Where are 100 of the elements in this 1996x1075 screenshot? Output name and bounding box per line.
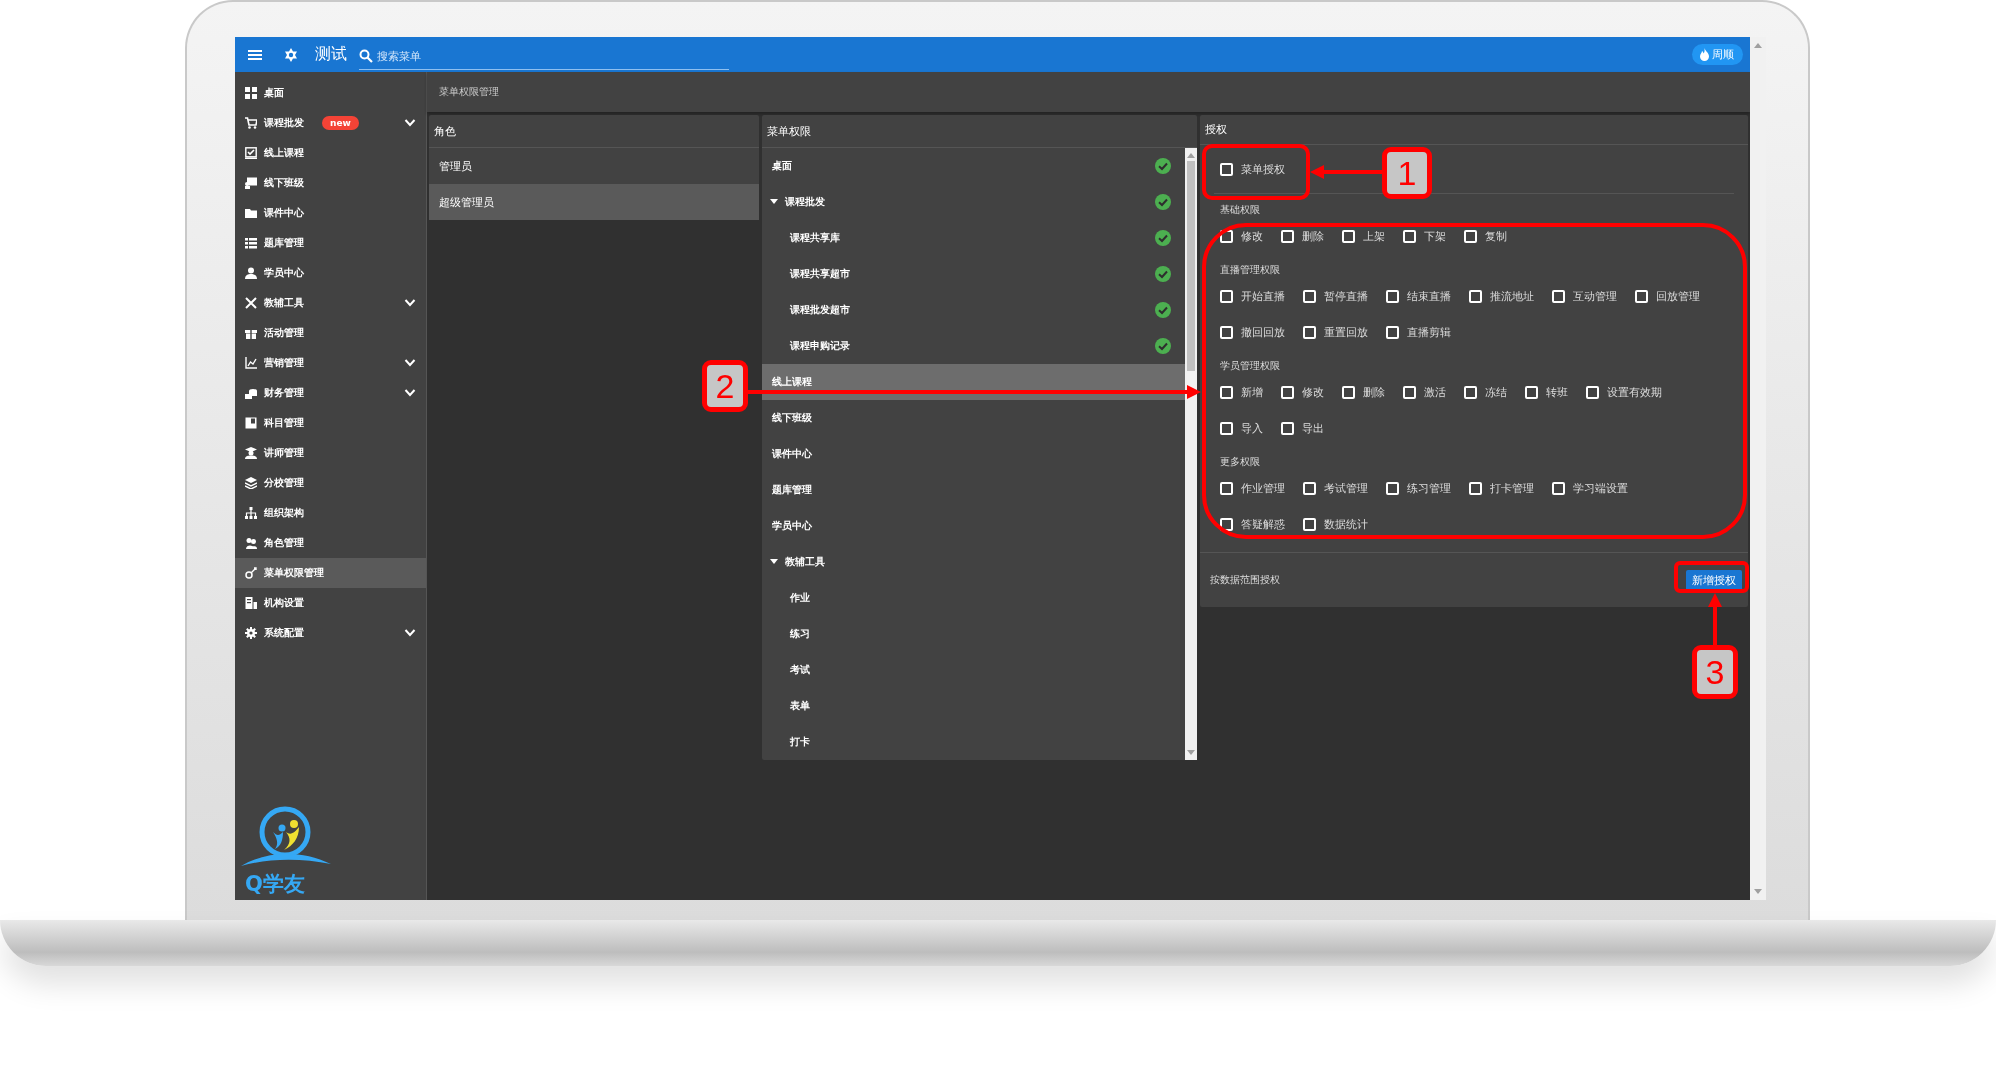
checkbox-option[interactable]: 答疑解惑 [1220, 516, 1285, 532]
checkbox[interactable] [1386, 325, 1399, 339]
menu-tree-item[interactable]: 教辅工具 [762, 544, 1185, 580]
checkbox[interactable] [1525, 385, 1538, 399]
sidebar-item[interactable]: 题库管理 [235, 228, 426, 258]
checkbox-option[interactable]: 结束直播 [1386, 288, 1451, 304]
checkbox[interactable] [1403, 385, 1416, 399]
sidebar-item[interactable]: 组织架构 [235, 498, 426, 528]
checkbox[interactable] [1220, 385, 1233, 399]
menu-tree-item[interactable]: 课程批发 [762, 184, 1185, 220]
sidebar-item[interactable]: 桌面 [235, 78, 426, 108]
menu-tree-item[interactable]: 表单 [762, 688, 1185, 724]
checkbox-option[interactable]: 数据统计 [1303, 516, 1368, 532]
sidebar-item[interactable]: 线下班级 [235, 168, 426, 198]
checkbox-option[interactable]: 打卡管理 [1469, 480, 1534, 496]
sidebar-item[interactable]: 科目管理 [235, 408, 426, 438]
checkbox[interactable] [1386, 289, 1399, 303]
sidebar-item[interactable]: 线上课程 [235, 138, 426, 168]
add-authorization-button[interactable]: 新增授权 [1686, 569, 1742, 591]
role-item[interactable]: 管理员 [429, 148, 759, 184]
checkbox-option[interactable]: 转班 [1525, 384, 1568, 400]
checkbox[interactable] [1303, 481, 1316, 495]
checkbox-option[interactable]: 作业管理 [1220, 480, 1285, 496]
checkbox[interactable] [1303, 325, 1316, 339]
checkbox-option[interactable]: 暂停直播 [1303, 288, 1368, 304]
menu-tree-item[interactable]: 线下班级 [762, 400, 1185, 436]
checkbox-option[interactable]: 导入 [1220, 420, 1263, 436]
checkbox[interactable] [1342, 229, 1355, 243]
checkbox-option[interactable]: 激活 [1403, 384, 1446, 400]
checkbox-option[interactable]: 删除 [1281, 228, 1324, 244]
settings-icon[interactable] [283, 46, 299, 63]
checkbox-option[interactable]: 练习管理 [1386, 480, 1451, 496]
list-scrollbar[interactable] [1185, 148, 1197, 760]
checkbox-option[interactable]: 冻结 [1464, 384, 1507, 400]
checkbox[interactable] [1403, 229, 1416, 243]
menu-tree-item[interactable]: 课程共享超市 [762, 256, 1185, 292]
menu-tree-item[interactable]: 题库管理 [762, 472, 1185, 508]
checkbox-option[interactable]: 新增 [1220, 384, 1263, 400]
sidebar-item[interactable]: 课件中心 [235, 198, 426, 228]
checkbox-option[interactable]: 设置有效期 [1586, 384, 1662, 400]
search-field[interactable]: 搜索菜单 [377, 49, 697, 63]
checkbox-option[interactable]: 下架 [1403, 228, 1446, 244]
checkbox[interactable] [1281, 385, 1294, 399]
checkbox-option[interactable]: 修改 [1220, 228, 1263, 244]
sidebar-item[interactable]: 机构设置 [235, 588, 426, 618]
checkbox-option[interactable]: 互动管理 [1552, 288, 1617, 304]
checkbox[interactable] [1469, 289, 1482, 303]
checkbox-option[interactable]: 撤回回放 [1220, 324, 1285, 340]
sidebar-item[interactable]: 菜单权限管理 [235, 558, 426, 588]
checkbox[interactable] [1281, 229, 1294, 243]
checkbox[interactable] [1220, 517, 1233, 531]
checkbox-option[interactable]: 推流地址 [1469, 288, 1534, 304]
checkbox-option[interactable]: 导出 [1281, 420, 1324, 436]
menu-tree-item[interactable]: 考试 [762, 652, 1185, 688]
sidebar-item[interactable]: 营销管理 [235, 348, 426, 378]
checkbox[interactable] [1635, 289, 1648, 303]
checkbox-option[interactable]: 考试管理 [1303, 480, 1368, 496]
menu-tree-item[interactable]: 课程批发超市 [762, 292, 1185, 328]
role-item[interactable]: 超级管理员 [429, 184, 759, 220]
checkbox[interactable] [1303, 289, 1316, 303]
checkbox[interactable] [1469, 481, 1482, 495]
checkbox-option[interactable]: 直播剪辑 [1386, 324, 1451, 340]
checkbox[interactable] [1586, 385, 1599, 399]
menu-tree-item[interactable]: 学员中心 [762, 508, 1185, 544]
checkbox[interactable] [1220, 481, 1233, 495]
checkbox-option[interactable]: 删除 [1342, 384, 1385, 400]
sidebar-item[interactable]: 分校管理 [235, 468, 426, 498]
menu-tree-item[interactable]: 作业 [762, 580, 1185, 616]
caret-down-icon[interactable] [770, 559, 778, 565]
checkbox[interactable] [1464, 385, 1477, 399]
menu-tree-item[interactable]: 课程申购记录 [762, 328, 1185, 364]
checkbox[interactable] [1552, 481, 1565, 495]
sidebar-item[interactable]: 课程批发 new [235, 108, 426, 138]
menu-tree-item[interactable]: 练习 [762, 616, 1185, 652]
checkbox[interactable] [1464, 229, 1477, 243]
checkbox-option[interactable]: 菜单授权 [1220, 161, 1285, 177]
checkbox[interactable] [1220, 229, 1233, 243]
checkbox[interactable] [1220, 162, 1233, 176]
sidebar-item[interactable]: 活动管理 [235, 318, 426, 348]
sidebar-item[interactable]: 财务管理 [235, 378, 426, 408]
sidebar-item[interactable]: 系统配置 [235, 618, 426, 648]
scrollbar-thumb[interactable] [1187, 161, 1195, 371]
menu-tree-item[interactable]: 课程共享库 [762, 220, 1185, 256]
checkbox-option[interactable]: 回放管理 [1635, 288, 1700, 304]
checkbox-option[interactable]: 上架 [1342, 228, 1385, 244]
checkbox[interactable] [1220, 289, 1233, 303]
menu-tree-item[interactable]: 课件中心 [762, 436, 1185, 472]
checkbox[interactable] [1386, 481, 1399, 495]
checkbox[interactable] [1342, 385, 1355, 399]
checkbox-option[interactable]: 学习端设置 [1552, 480, 1628, 496]
sidebar-item[interactable]: 讲师管理 [235, 438, 426, 468]
checkbox-option[interactable]: 复制 [1464, 228, 1507, 244]
checkbox[interactable] [1220, 325, 1233, 339]
checkbox-option[interactable]: 修改 [1281, 384, 1324, 400]
sidebar-item[interactable]: 学员中心 [235, 258, 426, 288]
checkbox-option[interactable]: 重置回放 [1303, 324, 1368, 340]
checkbox[interactable] [1303, 517, 1316, 531]
menu-tree-item[interactable]: 打卡 [762, 724, 1185, 760]
checkbox[interactable] [1552, 289, 1565, 303]
checkbox-option[interactable]: 开始直播 [1220, 288, 1285, 304]
